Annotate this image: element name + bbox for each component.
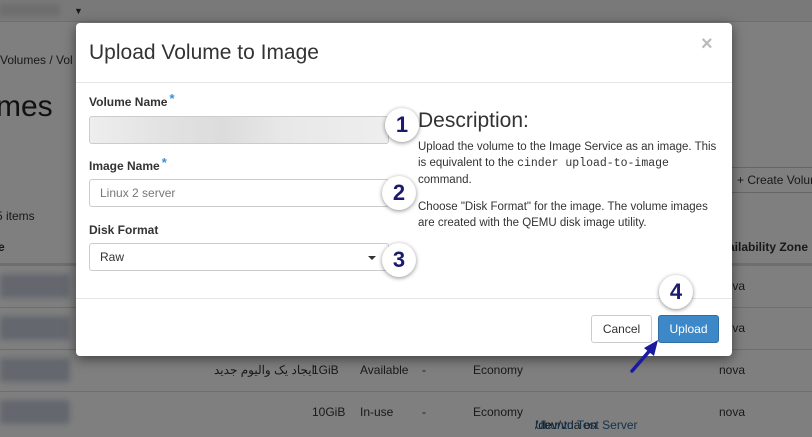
image-name-placeholder: Linux 2 server <box>100 186 176 200</box>
modal-header: Upload Volume to Image × <box>76 23 732 83</box>
annotation-arrow-icon <box>630 340 658 373</box>
image-name-input[interactable]: Linux 2 server <box>89 179 389 207</box>
disk-format-value: Raw <box>100 250 125 264</box>
command-code: cinder upload-to-image <box>517 157 669 170</box>
disk-format-label: Disk Format <box>89 223 159 237</box>
annotation-marker-1: 1 <box>385 108 419 142</box>
annotation-marker-4: 4 <box>659 275 693 309</box>
modal-title: Upload Volume to Image <box>89 41 319 64</box>
required-mark: * <box>161 155 167 170</box>
caret-down-icon <box>368 256 376 260</box>
annotation-marker-2: 2 <box>382 176 416 210</box>
upload-button[interactable]: Upload <box>658 315 719 343</box>
annotation-marker-3: 3 <box>382 243 416 277</box>
required-mark: * <box>169 91 175 106</box>
image-name-label-text: Image Name <box>89 159 160 173</box>
description-text: command. <box>418 174 472 186</box>
disk-format-select[interactable]: Raw <box>89 243 389 271</box>
description-paragraph-2: Choose "Disk Format" for the image. The … <box>418 201 708 229</box>
description-paragraph-1: Upload the volume to the Image Service a… <box>418 139 720 188</box>
image-name-label: Image Name * <box>89 155 167 173</box>
description-heading: Description: <box>418 109 529 132</box>
volume-name-label-text: Volume Name <box>89 95 168 109</box>
close-icon[interactable]: × <box>701 33 713 56</box>
volume-name-field[interactable] <box>89 116 389 144</box>
volume-name-label: Volume Name * <box>89 91 175 109</box>
